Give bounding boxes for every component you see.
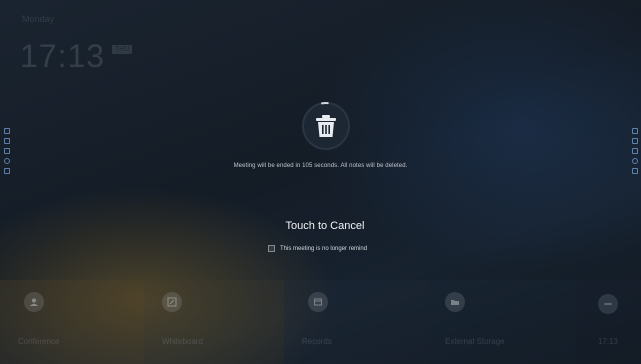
screenshot-icon[interactable] xyxy=(632,148,638,154)
storage-icon xyxy=(445,292,465,312)
records-icon xyxy=(308,292,328,312)
dock-tile-label: Records xyxy=(302,337,332,346)
no-longer-remind-checkbox[interactable] xyxy=(268,245,275,252)
conference-icon xyxy=(24,292,44,312)
dock-tile-whiteboard[interactable]: Whiteboard xyxy=(144,280,284,364)
home-weekday-badge: THU xyxy=(112,45,133,54)
dock-tile-records[interactable]: Records xyxy=(284,280,427,364)
whiteboard-icon xyxy=(162,292,182,312)
trash-icon xyxy=(316,115,336,137)
home-dock: Conference Whiteboard Records External S… xyxy=(0,280,641,364)
dock-tile-conference[interactable]: Conference xyxy=(0,280,144,364)
apps-icon xyxy=(598,294,618,314)
home-clock: 17:13 xyxy=(20,38,106,74)
no-longer-remind-option[interactable]: This meeting is no longer remind xyxy=(268,245,367,252)
countdown-ring xyxy=(301,101,351,151)
note-icon[interactable] xyxy=(632,138,638,144)
meeting-end-message: Meeting will be ended in 105 seconds. Al… xyxy=(233,163,408,169)
dock-tile-external-storage[interactable]: External Storage xyxy=(427,280,575,364)
touch-to-cancel-button[interactable]: Touch to Cancel xyxy=(270,217,380,235)
menu-icon[interactable] xyxy=(4,128,10,134)
screenshot-icon[interactable] xyxy=(4,148,10,154)
dock-tile-label: Whiteboard xyxy=(162,337,203,346)
no-longer-remind-label: This meeting is no longer remind xyxy=(280,245,368,252)
note-icon[interactable] xyxy=(4,138,10,144)
dock-tile-label: Conference xyxy=(18,337,60,346)
menu-icon[interactable] xyxy=(632,128,638,134)
dock-tile-apps[interactable]: 17:13 xyxy=(575,280,641,364)
dock-clock-label: 17:13 xyxy=(597,337,619,346)
meeting-end-screen: Monday 17:13 THU Conference Whiteboard R… xyxy=(0,0,641,364)
dock-tile-label: External Storage xyxy=(445,337,505,346)
home-date: Monday xyxy=(22,14,55,24)
